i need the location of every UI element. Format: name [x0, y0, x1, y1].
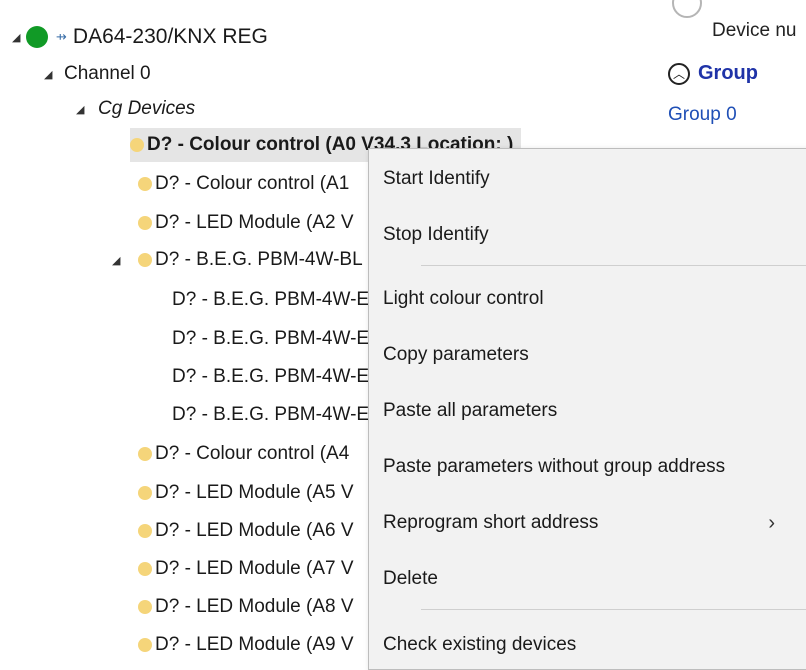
tree-device-label: D? - B.E.G. PBM-4W-E [172, 366, 370, 387]
tree-child-device-node[interactable]: D? - B.E.G. PBM-4W-E [172, 283, 369, 317]
device-status-icon [138, 447, 152, 461]
tree-device-label: D? - LED Module (A7 V [155, 558, 354, 579]
device-status-icon [130, 138, 144, 152]
device-number-label: Device nu [712, 20, 797, 41]
tree-root-label: DA64-230/KNX REG [72, 25, 268, 48]
collapse-chevron-icon[interactable]: ︿ [668, 62, 690, 85]
tree-device-label: D? - Colour control (A1 [155, 173, 350, 194]
group-link[interactable]: Group 0 [668, 104, 737, 126]
tree-child-device-node[interactable]: D? - B.E.G. PBM-4W-E [172, 360, 369, 394]
tree-device-node[interactable]: D? - Colour control (A4 [138, 437, 349, 471]
group-section-header[interactable]: ︿ Group [668, 62, 758, 85]
menu-item-start-identify[interactable]: Start Identify [383, 161, 490, 197]
menu-item-paste-parameters-without-group[interactable]: Paste parameters without group address [383, 449, 725, 485]
context-menu: Start Identify Stop Identify Light colou… [368, 148, 806, 670]
tree-device-label: D? - B.E.G. PBM-4W-E [172, 289, 370, 310]
tree-device-label: D? - B.E.G. PBM-4W-BL [155, 249, 363, 270]
expand-arrow-icon[interactable]: ◢ [76, 103, 90, 116]
tree-device-label: D? - LED Module (A8 V [155, 596, 354, 617]
tree-device-label: D? - LED Module (A2 V [155, 212, 354, 233]
device-status-icon [138, 177, 152, 191]
tree-device-label: D? - Colour control (A4 [155, 443, 350, 464]
tree-device-node[interactable]: D? - Colour control (A1 [138, 167, 349, 201]
device-status-icon [138, 253, 152, 267]
expand-arrow-icon[interactable]: ◢ [12, 31, 26, 44]
tree-device-node[interactable]: ◢ D? - B.E.G. PBM-4W-BL [112, 243, 363, 277]
chevron-right-icon: › [768, 511, 775, 534]
tree-device-label: D? - LED Module (A6 V [155, 520, 354, 541]
status-online-icon [26, 26, 48, 48]
menu-item-light-colour-control[interactable]: Light colour control [383, 281, 544, 317]
expand-arrow-icon[interactable]: ◢ [44, 68, 58, 81]
tree-channel-label: Channel 0 [64, 63, 151, 84]
menu-separator [421, 609, 806, 610]
tree-group-node[interactable]: ◢ Cg Devices [76, 92, 195, 126]
tree-device-node[interactable]: D? - LED Module (A5 V [138, 476, 354, 510]
device-status-icon [138, 486, 152, 500]
menu-item-stop-identify[interactable]: Stop Identify [383, 217, 489, 253]
tree-channel-node[interactable]: ◢ Channel 0 [44, 57, 151, 91]
tree-device-label: D? - LED Module (A5 V [155, 482, 354, 503]
expand-arrow-icon[interactable]: ◢ [112, 254, 126, 267]
tree-device-node[interactable]: D? - LED Module (A2 V [138, 206, 354, 240]
menu-item-paste-all-parameters[interactable]: Paste all parameters [383, 393, 557, 429]
device-status-icon [138, 600, 152, 614]
menu-separator [421, 265, 806, 266]
tree-child-device-node[interactable]: D? - B.E.G. PBM-4W-E [172, 398, 369, 432]
tree-child-device-node[interactable]: D? - B.E.G. PBM-4W-E [172, 322, 369, 356]
device-status-icon [138, 562, 152, 576]
tree-device-node[interactable]: D? - LED Module (A9 V [138, 628, 354, 662]
menu-item-check-existing-devices[interactable]: Check existing devices [383, 627, 576, 663]
device-status-icon [138, 216, 152, 230]
group-section-title: Group [698, 62, 758, 84]
menu-item-delete[interactable]: Delete [383, 561, 438, 597]
tree-group-label: Cg Devices [98, 98, 196, 119]
tree-device-label: D? - LED Module (A9 V [155, 634, 354, 655]
tree-device-node[interactable]: D? - LED Module (A8 V [138, 590, 354, 624]
tree-root-node[interactable]: ◢ ⇸ DA64-230/KNX REG [12, 20, 268, 54]
menu-item-reprogram-short-address[interactable]: Reprogram short address › [383, 505, 795, 541]
tree-device-node[interactable]: D? - LED Module (A7 V [138, 552, 354, 586]
device-status-icon [138, 638, 152, 652]
tree-device-node[interactable]: D? - LED Module (A6 V [138, 514, 354, 548]
device-status-icon [138, 524, 152, 538]
tree-device-label: D? - B.E.G. PBM-4W-E [172, 328, 370, 349]
menu-item-copy-parameters[interactable]: Copy parameters [383, 337, 529, 373]
network-icon: ⇸ [56, 29, 67, 44]
tree-device-label: D? - B.E.G. PBM-4W-E [172, 404, 370, 425]
